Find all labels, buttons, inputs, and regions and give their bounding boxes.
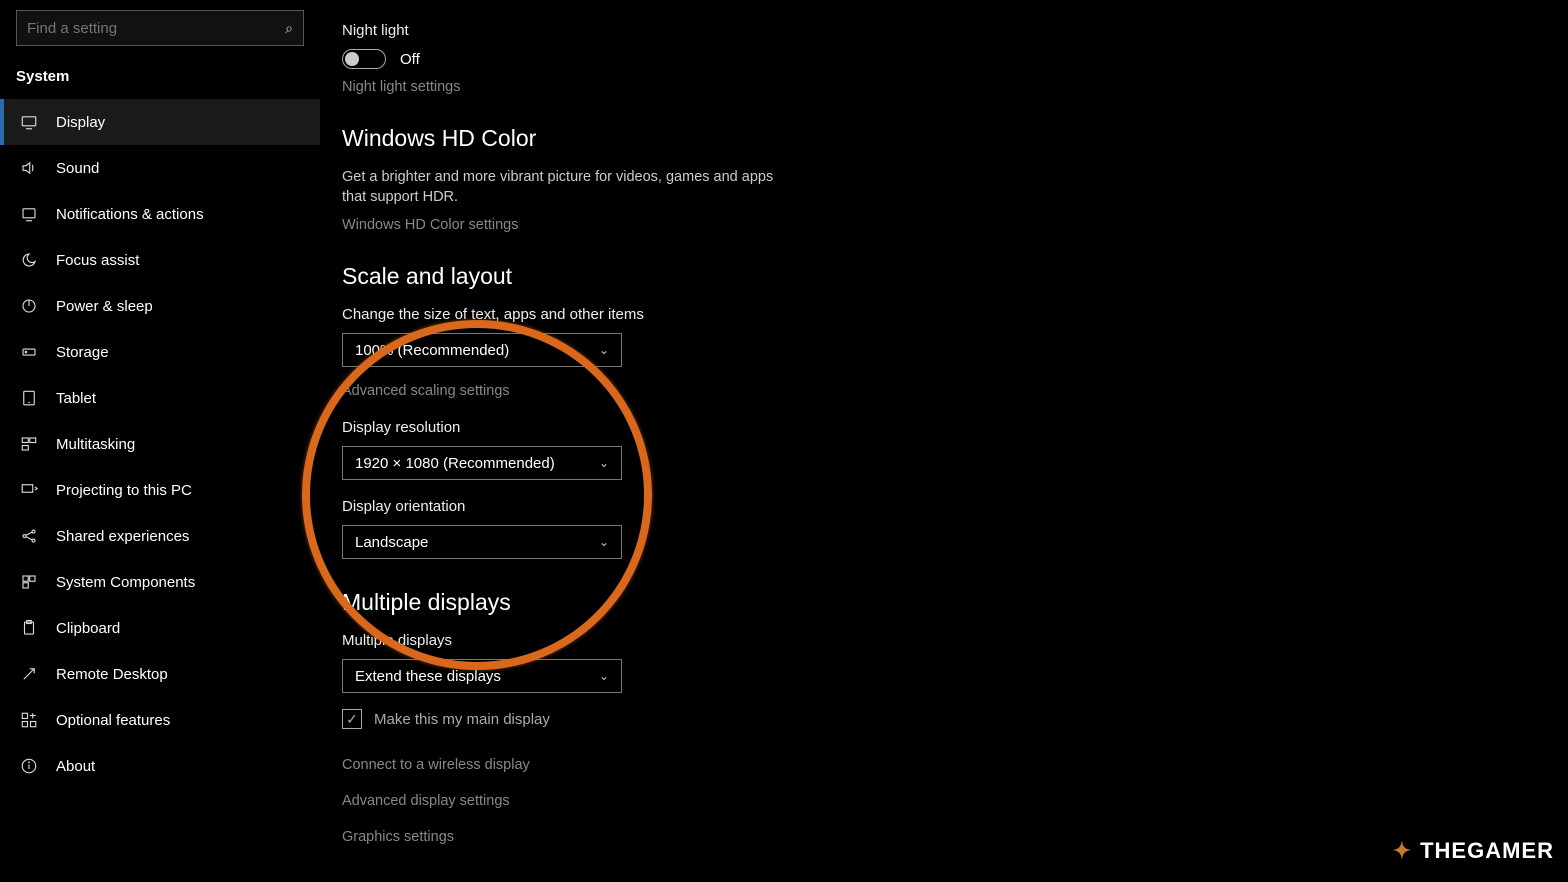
info-icon [20,757,38,775]
multi-value: Extend these displays [355,668,501,685]
nav-label: Display [56,114,105,131]
main-display-label: Make this my main display [374,711,550,728]
moon-icon [20,251,38,269]
clipboard-icon [20,619,38,637]
orientation-label: Display orientation [342,498,1546,515]
search-input[interactable] [27,20,285,37]
multi-select[interactable]: Extend these displays ⌄ [342,659,622,693]
power-icon [20,297,38,315]
night-light-settings-link[interactable]: Night light settings [342,79,1546,95]
remote-icon [20,665,38,683]
chevron-down-icon: ⌄ [599,669,609,683]
scale-select[interactable]: 100% (Recommended) ⌄ [342,333,622,367]
advanced-display-link[interactable]: Advanced display settings [342,793,1546,809]
share-icon [20,527,38,545]
scale-value: 100% (Recommended) [355,342,509,359]
nav-label: About [56,758,95,775]
nav-storage[interactable]: Storage [0,329,320,375]
hdcolor-title: Windows HD Color [342,125,1546,152]
nav-label: Storage [56,344,109,361]
storage-icon [20,343,38,361]
chevron-down-icon: ⌄ [599,456,609,470]
nav-sound[interactable]: Sound [0,145,320,191]
nav-label: Multitasking [56,436,135,453]
category-title: System [0,58,320,99]
search-box[interactable]: ⌕ [16,10,304,46]
multi-label: Multiple displays [342,632,1546,649]
night-light-state: Off [400,51,420,68]
nav-label: Tablet [56,390,96,407]
multitask-icon [20,435,38,453]
resolution-label: Display resolution [342,419,1546,436]
nav-display[interactable]: Display [0,99,320,145]
nav-focus-assist[interactable]: Focus assist [0,237,320,283]
multi-title: Multiple displays [342,589,1546,616]
night-light-title: Night light [342,22,1546,39]
advanced-scaling-link[interactable]: Advanced scaling settings [342,383,1546,399]
chevron-down-icon: ⌄ [599,535,609,549]
chevron-down-icon: ⌄ [599,343,609,357]
sound-icon [20,159,38,177]
graphics-settings-link[interactable]: Graphics settings [342,829,1546,845]
notifications-icon [20,205,38,223]
connect-wireless-link[interactable]: Connect to a wireless display [342,757,1546,773]
resolution-value: 1920 × 1080 (Recommended) [355,455,555,472]
nav-label: Projecting to this PC [56,482,192,499]
scale-title: Scale and layout [342,263,1546,290]
project-icon [20,481,38,499]
nav-power-sleep[interactable]: Power & sleep [0,283,320,329]
nav-label: Focus assist [56,252,139,269]
scale-change-label: Change the size of text, apps and other … [342,306,1546,323]
nav-label: Remote Desktop [56,666,168,683]
nav-label: Clipboard [56,620,120,637]
nav-tablet[interactable]: Tablet [0,375,320,421]
search-icon: ⌕ [285,20,293,37]
sidebar: ⌕ System Display Sound Notifications & a… [0,0,320,882]
plus-grid-icon [20,711,38,729]
main-display-checkbox[interactable]: ✓ [342,709,362,729]
nav-label: Power & sleep [56,298,153,315]
nav-optional[interactable]: Optional features [0,697,320,743]
nav-label: Sound [56,160,99,177]
nav-shared[interactable]: Shared experiences [0,513,320,559]
nav-label: System Components [56,574,195,591]
nav-list: Display Sound Notifications & actions Fo… [0,99,320,872]
nav-projecting[interactable]: Projecting to this PC [0,467,320,513]
nav-components[interactable]: System Components [0,559,320,605]
hdcolor-desc: Get a brighter and more vibrant picture … [342,168,792,207]
hdcolor-link[interactable]: Windows HD Color settings [342,217,1546,233]
nav-clipboard[interactable]: Clipboard [0,605,320,651]
watermark: ✦ THEGAMER [1393,838,1554,864]
orientation-select[interactable]: Landscape ⌄ [342,525,622,559]
nav-label: Optional features [56,712,170,729]
tablet-icon [20,389,38,407]
watermark-text: THEGAMER [1420,838,1554,864]
nav-label: Shared experiences [56,528,189,545]
nav-multitasking[interactable]: Multitasking [0,421,320,467]
nav-label: Notifications & actions [56,206,204,223]
components-icon [20,573,38,591]
nav-notifications[interactable]: Notifications & actions [0,191,320,237]
nav-remote-desktop[interactable]: Remote Desktop [0,651,320,697]
nav-about[interactable]: About [0,743,320,789]
main-content: Night light Off Night light settings Win… [320,0,1568,882]
display-icon [20,113,38,131]
night-light-toggle[interactable] [342,49,386,69]
resolution-select[interactable]: 1920 × 1080 (Recommended) ⌄ [342,446,622,480]
orientation-value: Landscape [355,534,428,551]
watermark-icon: ✦ [1393,838,1412,864]
